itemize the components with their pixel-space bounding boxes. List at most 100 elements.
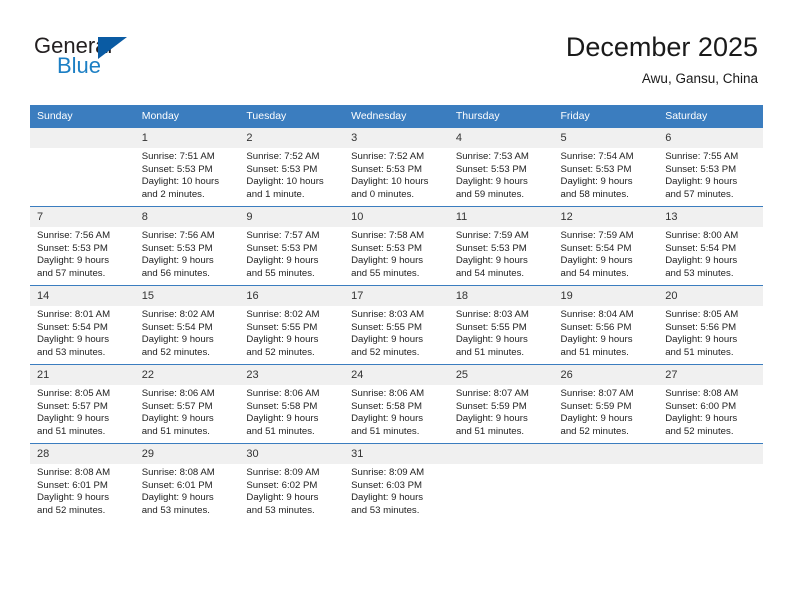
weekday-header-friday: Friday bbox=[553, 105, 659, 128]
calendar-day-cell[interactable]: 17 Sunrise: 8:03 AM Sunset: 5:55 PM Dayl… bbox=[344, 285, 449, 365]
calendar-day-cell[interactable]: 15 Sunrise: 8:02 AM Sunset: 5:54 PM Dayl… bbox=[134, 285, 240, 365]
calendar-day-cell[interactable]: 18 Sunrise: 8:03 AM Sunset: 5:55 PM Dayl… bbox=[448, 285, 554, 365]
calendar-day-cell[interactable]: 21 Sunrise: 8:05 AM Sunset: 5:57 PM Dayl… bbox=[30, 364, 135, 444]
calendar-day-cell[interactable]: 11 Sunrise: 7:59 AM Sunset: 5:53 PM Dayl… bbox=[448, 206, 554, 286]
day-number: 29 bbox=[134, 444, 240, 464]
daylight-text-line2: and 51 minutes. bbox=[665, 346, 734, 358]
day-info: Sunrise: 8:06 AM Sunset: 5:58 PM Dayligh… bbox=[239, 385, 344, 438]
day-info: Sunrise: 7:53 AM Sunset: 5:53 PM Dayligh… bbox=[449, 148, 554, 201]
daylight-text-line1: Daylight: 9 hours bbox=[665, 334, 738, 346]
daylight-text-line1: Daylight: 9 hours bbox=[455, 255, 528, 267]
daylight-text-line1: Daylight: 9 hours bbox=[560, 255, 633, 267]
sunset-text: Sunset: 5:59 PM bbox=[455, 400, 527, 412]
day-info: Sunrise: 8:08 AM Sunset: 6:01 PM Dayligh… bbox=[135, 464, 240, 517]
calendar-day-cell[interactable]: 12 Sunrise: 7:59 AM Sunset: 5:54 PM Dayl… bbox=[553, 206, 659, 286]
day-info: Sunrise: 8:08 AM Sunset: 6:01 PM Dayligh… bbox=[30, 464, 135, 517]
daylight-text-line2: and 59 minutes. bbox=[455, 188, 525, 200]
sunset-text: Sunset: 5:53 PM bbox=[560, 163, 632, 175]
calendar-day-cell[interactable]: 31 Sunrise: 8:09 AM Sunset: 6:03 PM Dayl… bbox=[344, 443, 449, 522]
sunset-text: Sunset: 5:53 PM bbox=[246, 163, 318, 175]
day-number: 8 bbox=[134, 207, 240, 227]
daylight-text-line2: and 57 minutes. bbox=[665, 188, 734, 200]
calendar-day-cell[interactable]: 29 Sunrise: 8:08 AM Sunset: 6:01 PM Dayl… bbox=[134, 443, 240, 522]
daylight-text-line2: and 52 minutes. bbox=[37, 504, 106, 516]
daylight-text-line2: and 54 minutes. bbox=[560, 267, 629, 279]
calendar-day-cell[interactable]: 22 Sunrise: 8:06 AM Sunset: 5:57 PM Dayl… bbox=[134, 364, 240, 444]
daylight-text-line1: Daylight: 9 hours bbox=[141, 334, 214, 346]
sunset-text: Sunset: 5:54 PM bbox=[141, 321, 213, 333]
calendar-day-cell bbox=[448, 443, 554, 522]
calendar-day-cell[interactable]: 19 Sunrise: 8:04 AM Sunset: 5:56 PM Dayl… bbox=[553, 285, 659, 365]
day-info: Sunrise: 8:09 AM Sunset: 6:03 PM Dayligh… bbox=[344, 464, 449, 517]
daylight-text-line1: Daylight: 9 hours bbox=[37, 492, 109, 504]
title-block: December 2025 Awu, Gansu, China bbox=[566, 30, 758, 89]
daylight-text-line2: and 55 minutes. bbox=[351, 267, 420, 279]
daylight-text-line2: and 51 minutes. bbox=[141, 425, 210, 437]
calendar-day-cell[interactable]: 8 Sunrise: 7:56 AM Sunset: 5:53 PM Dayli… bbox=[134, 206, 240, 286]
day-info: Sunrise: 8:09 AM Sunset: 6:02 PM Dayligh… bbox=[239, 464, 344, 517]
daylight-text-line2: and 54 minutes. bbox=[455, 267, 525, 279]
sunrise-text: Sunrise: 7:56 AM bbox=[37, 230, 111, 241]
calendar-day-cell bbox=[553, 443, 659, 522]
day-number: 17 bbox=[344, 286, 449, 306]
sunrise-text: Sunrise: 8:07 AM bbox=[455, 388, 529, 399]
daylight-text-line1: Daylight: 9 hours bbox=[246, 413, 319, 425]
sunset-text: Sunset: 5:54 PM bbox=[665, 242, 737, 254]
calendar-day-cell[interactable]: 26 Sunrise: 8:07 AM Sunset: 5:59 PM Dayl… bbox=[553, 364, 659, 444]
daylight-text-line2: and 53 minutes. bbox=[37, 346, 106, 358]
day-number: 28 bbox=[30, 444, 135, 464]
daylight-text-line1: Daylight: 9 hours bbox=[665, 413, 738, 425]
daylight-text-line1: Daylight: 10 hours bbox=[246, 176, 324, 188]
sunset-text: Sunset: 5:53 PM bbox=[141, 242, 213, 254]
day-info: Sunrise: 8:03 AM Sunset: 5:55 PM Dayligh… bbox=[344, 306, 449, 359]
calendar-day-cell[interactable]: 27 Sunrise: 8:08 AM Sunset: 6:00 PM Dayl… bbox=[658, 364, 763, 444]
day-number bbox=[448, 444, 554, 464]
day-number: 1 bbox=[134, 128, 240, 148]
calendar-day-cell[interactable]: 23 Sunrise: 8:06 AM Sunset: 5:58 PM Dayl… bbox=[239, 364, 345, 444]
day-number bbox=[30, 128, 135, 148]
triangle-icon bbox=[98, 37, 127, 59]
calendar-day-cell[interactable]: 1 Sunrise: 7:51 AM Sunset: 5:53 PM Dayli… bbox=[134, 127, 240, 207]
daylight-text-line1: Daylight: 9 hours bbox=[141, 413, 214, 425]
day-info: Sunrise: 8:06 AM Sunset: 5:57 PM Dayligh… bbox=[135, 385, 240, 438]
sunrise-text: Sunrise: 8:03 AM bbox=[455, 309, 529, 320]
sunrise-text: Sunrise: 8:06 AM bbox=[141, 388, 215, 399]
daylight-text-line1: Daylight: 9 hours bbox=[351, 492, 424, 504]
calendar-day-cell[interactable]: 7 Sunrise: 7:56 AM Sunset: 5:53 PM Dayli… bbox=[30, 206, 135, 286]
day-number: 9 bbox=[239, 207, 345, 227]
calendar-day-cell[interactable]: 2 Sunrise: 7:52 AM Sunset: 5:53 PM Dayli… bbox=[239, 127, 345, 207]
daylight-text-line1: Daylight: 9 hours bbox=[37, 255, 109, 267]
sunset-text: Sunset: 5:55 PM bbox=[455, 321, 527, 333]
calendar-day-cell[interactable]: 4 Sunrise: 7:53 AM Sunset: 5:53 PM Dayli… bbox=[448, 127, 554, 207]
calendar-day-cell[interactable]: 30 Sunrise: 8:09 AM Sunset: 6:02 PM Dayl… bbox=[239, 443, 345, 522]
sunrise-text: Sunrise: 8:06 AM bbox=[246, 388, 320, 399]
calendar-day-cell[interactable]: 9 Sunrise: 7:57 AM Sunset: 5:53 PM Dayli… bbox=[239, 206, 345, 286]
day-number: 26 bbox=[553, 365, 659, 385]
calendar-day-cell[interactable]: 28 Sunrise: 8:08 AM Sunset: 6:01 PM Dayl… bbox=[30, 443, 135, 522]
day-number: 4 bbox=[448, 128, 554, 148]
daylight-text-line2: and 52 minutes. bbox=[351, 346, 420, 358]
calendar-day-cell[interactable]: 14 Sunrise: 8:01 AM Sunset: 5:54 PM Dayl… bbox=[30, 285, 135, 365]
daylight-text-line1: Daylight: 9 hours bbox=[246, 255, 319, 267]
calendar-day-cell[interactable]: 13 Sunrise: 8:00 AM Sunset: 5:54 PM Dayl… bbox=[658, 206, 763, 286]
sunrise-text: Sunrise: 8:05 AM bbox=[665, 309, 739, 320]
calendar-day-cell[interactable]: 24 Sunrise: 8:06 AM Sunset: 5:58 PM Dayl… bbox=[344, 364, 449, 444]
sunrise-text: Sunrise: 8:02 AM bbox=[141, 309, 215, 320]
daylight-text-line2: and 51 minutes. bbox=[246, 425, 315, 437]
sunset-text: Sunset: 5:54 PM bbox=[560, 242, 632, 254]
weekday-header-sunday: Sunday bbox=[30, 105, 135, 128]
calendar-day-cell[interactable]: 20 Sunrise: 8:05 AM Sunset: 5:56 PM Dayl… bbox=[658, 285, 763, 365]
sunset-text: Sunset: 5:56 PM bbox=[560, 321, 632, 333]
daylight-text-line1: Daylight: 10 hours bbox=[141, 176, 220, 188]
daylight-text-line1: Daylight: 9 hours bbox=[455, 176, 528, 188]
calendar-day-cell[interactable]: 5 Sunrise: 7:54 AM Sunset: 5:53 PM Dayli… bbox=[553, 127, 659, 207]
calendar-day-cell[interactable]: 3 Sunrise: 7:52 AM Sunset: 5:53 PM Dayli… bbox=[344, 127, 449, 207]
day-info: Sunrise: 7:52 AM Sunset: 5:53 PM Dayligh… bbox=[344, 148, 449, 201]
calendar-day-cell[interactable]: 16 Sunrise: 8:02 AM Sunset: 5:55 PM Dayl… bbox=[239, 285, 345, 365]
calendar-day-cell[interactable]: 25 Sunrise: 8:07 AM Sunset: 5:59 PM Dayl… bbox=[448, 364, 554, 444]
calendar-day-cell[interactable]: 6 Sunrise: 7:55 AM Sunset: 5:53 PM Dayli… bbox=[658, 127, 763, 207]
calendar-grid: Sunday Monday Tuesday Wednesday Thursday… bbox=[30, 105, 763, 522]
calendar-day-cell[interactable]: 10 Sunrise: 7:58 AM Sunset: 5:53 PM Dayl… bbox=[344, 206, 449, 286]
day-number: 12 bbox=[553, 207, 659, 227]
general-blue-logo[interactable]: General Blue bbox=[34, 33, 214, 85]
